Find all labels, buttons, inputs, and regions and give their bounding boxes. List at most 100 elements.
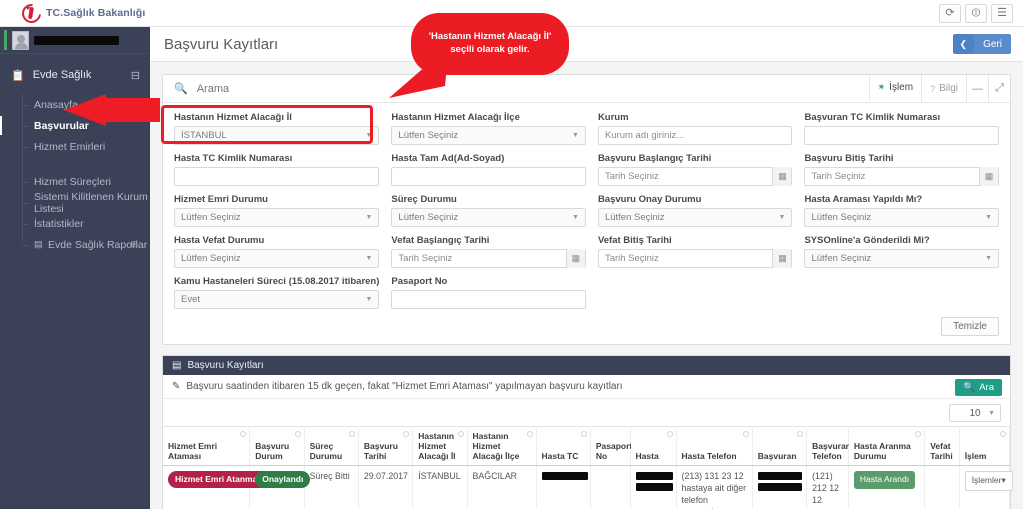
column-label: Hastanın Hizmet Alacağı İl: [418, 431, 456, 462]
tab-label: Bilgi: [939, 83, 958, 94]
select-hasta-aramasi-yapildi-mi[interactable]: Lütfen Seçiniz ▼: [804, 208, 999, 227]
column-label: Hastanın Hizmet Alacağı İlçe: [472, 431, 520, 462]
sidebar-item-istatistikler[interactable]: İstatistikler: [0, 213, 150, 234]
sort-icon[interactable]: [742, 431, 749, 437]
column-header-hasta[interactable]: Hasta: [630, 425, 677, 467]
select-value: Lütfen Seçiniz: [181, 253, 241, 264]
search-input[interactable]: [194, 81, 858, 96]
column-header-hasta-aranma-durumu[interactable]: Hasta Aranma Durumu: [848, 425, 926, 467]
back-button[interactable]: ❮ Geri: [952, 34, 1011, 54]
sort-icon[interactable]: [348, 431, 355, 437]
datepicker-vefat-bitis-tarihi[interactable]: Tarih Seçiniz ▦: [597, 249, 793, 268]
select-value: Lütfen Seçiniz: [811, 212, 872, 223]
select-hasta-vefat-durumu[interactable]: Lütfen Seçiniz ▼: [174, 249, 380, 268]
field-kamu-hastaneleri-sureci: Kamu Hastaneleri Süreci (15.08.2017 itib…: [174, 276, 380, 309]
sort-icon[interactable]: [240, 431, 247, 437]
datepicker-vefat-baslangic-tarihi[interactable]: Tarih Seçiniz ▦: [391, 249, 586, 268]
sort-icon[interactable]: [580, 431, 587, 437]
sidebar-item-hizmet-emirleri[interactable]: Hizmet Emirleri: [0, 136, 150, 157]
column-header-basvuran-telefon[interactable]: Başvuran Telefon: [806, 425, 851, 467]
sort-icon[interactable]: [457, 431, 464, 437]
field-label: Pasaport No: [391, 276, 448, 287]
sort-icon[interactable]: [915, 431, 922, 437]
select-surec-durumu[interactable]: Lütfen Seçiniz ▼: [391, 208, 586, 227]
table-icon: ▤: [34, 239, 43, 249]
ministry-health-logo-icon: ★: [18, 0, 45, 27]
tab-label: İşlem: [889, 82, 914, 93]
input-hasta-tc-kimlik-numarasi[interactable]: [174, 167, 380, 186]
sort-icon[interactable]: [797, 431, 804, 437]
column-header-ilce[interactable]: Hastanın Hizmet Alacağı İlçe: [467, 425, 537, 467]
table-row[interactable]: Hizmet Emri Atanmadı Onaylandı Süreç Bit…: [163, 465, 1013, 509]
field-kurum: Kurum Kurum adı giriniz...: [597, 112, 793, 145]
input-basvuran-tc-kimlik-numarasi[interactable]: [804, 126, 999, 145]
column-header-surec-durumu[interactable]: Süreç Durumu: [304, 425, 359, 467]
sort-icon[interactable]: [403, 431, 410, 437]
input-hasta-tam-ad[interactable]: [391, 167, 586, 186]
refresh-icon[interactable]: ⟳: [939, 4, 961, 23]
column-label: Vefat Tarihi: [930, 441, 953, 462]
sidebar-user-row[interactable]: [0, 27, 150, 54]
column-header-islem[interactable]: İşlem: [959, 425, 1011, 467]
column-header-il[interactable]: Hastanın Hizmet Alacağı İl: [412, 425, 468, 467]
cell-basvuru-tarihi: 29.07.2017: [358, 465, 414, 509]
select-hastanin-hizmet-alacagi-ilce[interactable]: Lütfen Seçiniz ▼: [391, 126, 586, 145]
filter-form: Hastanın Hizmet Alacağı İl İSTANBUL ▼ Ha…: [163, 103, 1010, 344]
field-label: Hastanın Hizmet Alacağı İl: [174, 112, 292, 123]
column-header-hizmet-emri-atamasi[interactable]: Hizmet Emri Ataması: [163, 425, 251, 467]
minimize-panel-button[interactable]: —: [966, 75, 988, 102]
calendar-icon[interactable]: ▦: [772, 167, 792, 186]
sidebar-item-evde-saglik-raporlar[interactable]: ▤ Evde Sağlık Raporlar ⊞: [0, 234, 150, 255]
field-label: Başvuru Bitiş Tarihi: [804, 153, 894, 164]
calendar-icon[interactable]: ▦: [979, 167, 998, 186]
results-header: ▤ Başvuru Kayıtları: [163, 356, 1010, 375]
input-kurum[interactable]: Kurum adı giriniz...: [597, 126, 793, 145]
field-label: Hastanın Hizmet Alacağı İlçe: [391, 112, 520, 123]
column-header-basvuru-durum[interactable]: Başvuru Durum: [249, 425, 305, 467]
select-basvuru-onay-durumu[interactable]: Lütfen Seçiniz ▼: [597, 208, 793, 227]
clear-filters-button[interactable]: Temizle: [941, 317, 999, 336]
search-button[interactable]: 🔍 Ara: [955, 379, 1002, 396]
chevron-down-icon: ▼: [365, 296, 373, 303]
search-box[interactable]: 🔍: [163, 75, 869, 102]
sidebar-item-hizmet-surecleri[interactable]: Hizmet Süreçleri: [0, 171, 150, 192]
select-hastanin-hizmet-alacagi-il[interactable]: İSTANBUL ▼: [174, 126, 380, 145]
islemler-dropdown-button[interactable]: İşlemler▾: [964, 471, 1013, 491]
tab-bilgi[interactable]: ? Bilgi: [921, 75, 966, 102]
tab-islem[interactable]: ✷ İşlem: [868, 75, 922, 102]
select-kamu-hastaneleri-sureci[interactable]: Evet ▼: [174, 290, 380, 309]
cell-vefat-tarihi: [924, 465, 960, 509]
filter-panel: 🔍 ✷ İşlem ? Bilgi — ⤢: [162, 74, 1011, 345]
column-header-hasta-tc[interactable]: Hasta TC: [536, 425, 591, 467]
sort-icon[interactable]: [294, 431, 301, 437]
date-placeholder: Tarih Seçiniz: [604, 253, 659, 264]
calendar-icon[interactable]: ▦: [565, 249, 585, 268]
redacted-value: [635, 472, 673, 481]
select-sysonline-gonderildi-mi[interactable]: Lütfen Seçiniz ▼: [804, 249, 999, 268]
datepicker-basvuru-baslangic-tarihi[interactable]: Tarih Seçiniz ▦: [597, 167, 793, 186]
calendar-icon[interactable]: ▦: [772, 249, 792, 268]
hamburger-menu-icon[interactable]: ☰: [991, 4, 1013, 23]
expand-panel-button[interactable]: ⤢: [988, 75, 1010, 102]
column-header-basvuru-tarihi[interactable]: Başvuru Tarihi: [358, 425, 414, 467]
datepicker-basvuru-bitis-tarihi[interactable]: Tarih Seçiniz ▦: [804, 167, 999, 186]
sidebar-item-sistemi-kilitlenen-kurum-listesi[interactable]: Sistemi Kilitlenen Kurum Listesi: [0, 191, 150, 215]
logout-icon[interactable]: ⏼: [965, 4, 987, 23]
column-header-hasta-telefon[interactable]: Hasta Telefon: [676, 425, 753, 467]
column-label: Hasta Telefon: [681, 451, 737, 462]
column-header-basvuran[interactable]: Başvuran: [752, 425, 808, 467]
column-header-vefat-tarihi[interactable]: Vefat Tarihi: [924, 425, 960, 467]
column-header-pasaport-no[interactable]: Pasaport No: [590, 425, 632, 467]
sort-icon[interactable]: [526, 431, 533, 437]
input-pasaport-no[interactable]: [391, 290, 586, 309]
sort-icon[interactable]: [1000, 431, 1006, 437]
expand-icon[interactable]: ⊞: [130, 240, 138, 249]
sort-icon[interactable]: [666, 431, 673, 437]
page-size-select[interactable]: 10 ▼: [949, 404, 1001, 422]
sidebar-section-evde-saglik[interactable]: 📋 Evde Sağlık ⊟: [0, 60, 150, 90]
brand-title: TC.Sağlık Bakanlığı: [46, 7, 146, 19]
select-hizmet-emri-durumu[interactable]: Lütfen Seçiniz ▼: [174, 208, 380, 227]
collapse-section-icon[interactable]: ⊟: [131, 69, 140, 82]
field-hizmet-emri-durumu: Hizmet Emri Durumu Lütfen Seçiniz ▼: [174, 194, 380, 227]
